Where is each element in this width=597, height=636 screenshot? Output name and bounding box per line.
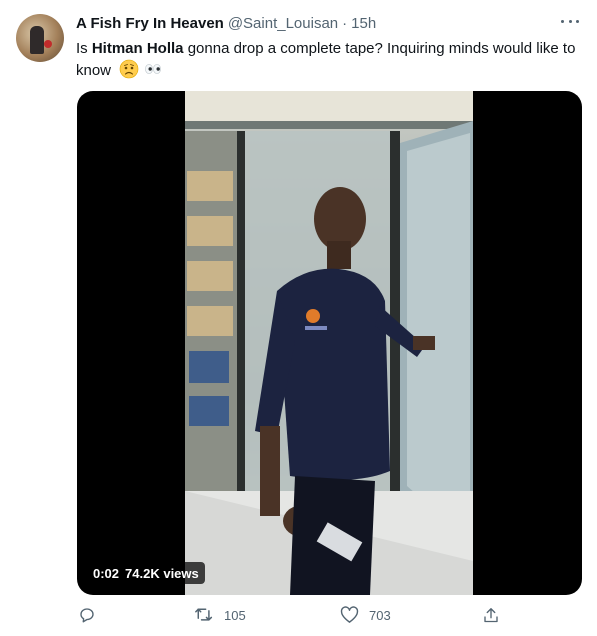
author-handle[interactable]: @Saint_Louisan [228, 15, 338, 32]
more-options-icon[interactable] [561, 18, 579, 24]
share-button[interactable] [482, 606, 500, 625]
tweet: A Fish Fry In Heaven @Saint_Louisan · 15… [0, 0, 597, 636]
video-player[interactable]: 0:02 74.2K views [77, 91, 582, 595]
author-name[interactable]: A Fish Fry In Heaven [76, 15, 224, 32]
heart-icon [340, 606, 359, 624]
tweet-actions: 105 703 [76, 606, 506, 630]
like-count: 703 [369, 607, 391, 623]
worried-face-emoji-icon [119, 59, 139, 85]
retweet-button[interactable]: 105 [194, 606, 246, 624]
video-frame [185, 91, 473, 595]
share-icon [482, 606, 500, 625]
video-scene-icon [185, 91, 473, 595]
reply-button[interactable] [78, 606, 96, 624]
tweet-text-bold: Hitman Holla [91, 40, 184, 57]
retweet-count: 105 [224, 607, 246, 623]
like-button[interactable]: 703 [340, 606, 391, 624]
eyes-emoji-icon [143, 59, 163, 85]
tweet-header: A Fish Fry In Heaven @Saint_Louisan · 15… [76, 15, 581, 37]
tweet-text: Is Hitman Holla gonna drop a complete ta… [76, 39, 581, 85]
tweet-text-part1: Is [76, 40, 92, 57]
reply-icon [78, 606, 96, 624]
video-views: 74.2K views [125, 565, 199, 581]
video-timestamp: 0:02 [93, 565, 120, 581]
retweet-icon [194, 606, 214, 624]
avatar-accent [44, 40, 52, 48]
tweet-time[interactable]: 15h [351, 15, 376, 32]
separator-dot: · [342, 15, 348, 32]
avatar[interactable] [16, 14, 64, 62]
avatar-figure [30, 26, 44, 54]
video-info-badge: 0:02 74.2K views [87, 562, 205, 584]
